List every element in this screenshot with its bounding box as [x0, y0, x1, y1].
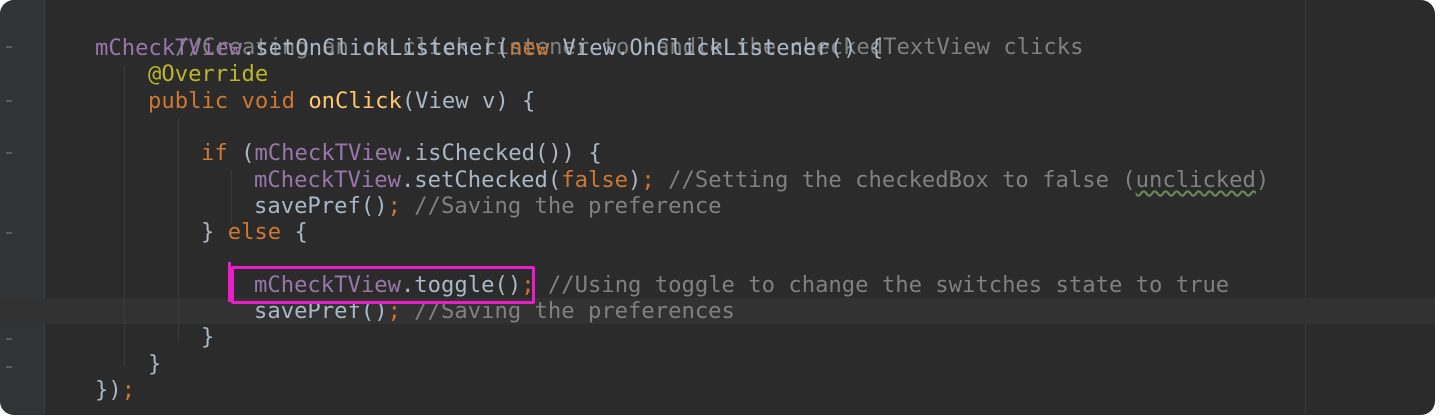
toggle-call-highlight	[231, 266, 535, 304]
code-text: })	[95, 377, 122, 403]
fold-marker-icon[interactable]	[6, 232, 12, 234]
field-reference: mCheckTView	[254, 140, 402, 166]
comment: )	[1255, 167, 1270, 193]
line-gutter[interactable]	[0, 0, 44, 415]
code-text: .setOnClickListener(	[241, 35, 510, 61]
code-text: {	[281, 219, 308, 245]
semicolon: ;	[641, 167, 655, 193]
code-line[interactable]: public void onClick(View v) {	[148, 88, 535, 114]
spellcheck-word: unclicked	[1135, 167, 1256, 193]
fold-marker-icon[interactable]	[6, 366, 12, 368]
keyword: new	[509, 35, 550, 61]
comment: //Saving the preference	[400, 193, 722, 219]
keyword: false	[561, 167, 629, 193]
fold-marker-icon[interactable]	[6, 338, 12, 340]
code-line[interactable]: //Creating an on click listener to handl…	[95, 8, 1083, 60]
comment: //Using toggle to change the switches st…	[534, 272, 1230, 298]
code-text: (	[227, 140, 255, 166]
code-line[interactable]: @Override	[148, 61, 268, 87]
code-text: savePref()	[254, 193, 388, 219]
code-editor[interactable]: //Creating an on click listener to handl…	[0, 0, 1435, 415]
code-line[interactable]: savePref(); //Saving the preference	[254, 193, 722, 219]
highlight-marker	[228, 262, 231, 302]
field-reference: mCheckTView	[254, 167, 401, 193]
field-reference: mCheckTView	[95, 35, 242, 61]
code-text: (View v) {	[401, 88, 536, 114]
code-text: }	[201, 324, 215, 350]
indent-guide	[124, 66, 125, 366]
code-line[interactable]: });	[95, 377, 135, 403]
gutter-separator	[44, 0, 45, 415]
annotation: @Override	[148, 61, 269, 87]
code-line[interactable]: }	[148, 351, 161, 377]
code-line[interactable]: mCheckTView.setChecked(false); //Setting…	[254, 167, 1269, 193]
indent-guide	[178, 118, 179, 340]
code-text: }	[201, 219, 228, 245]
keyword: if	[201, 140, 228, 166]
keyword: public void	[148, 88, 295, 114]
code-line[interactable]: if (mCheckTView.isChecked()) {	[201, 140, 602, 166]
code-text: )	[628, 167, 642, 193]
code-line[interactable]: }	[201, 324, 214, 350]
code-line[interactable]: } else {	[201, 219, 308, 245]
fold-marker-icon[interactable]	[6, 100, 12, 102]
semicolon: ;	[121, 377, 136, 403]
fold-marker-icon[interactable]	[6, 46, 12, 48]
fold-marker-icon[interactable]	[6, 152, 12, 154]
right-margin-guide	[1305, 0, 1306, 415]
indent-guide	[231, 170, 232, 224]
code-text: .isChecked()) {	[401, 140, 602, 166]
code-text: .setChecked(	[400, 167, 562, 193]
semicolon: ;	[387, 193, 401, 219]
code-line[interactable]: mCheckTView.setOnClickListener(new View.…	[95, 35, 883, 61]
code-text: }	[148, 351, 162, 377]
keyword: else	[227, 219, 282, 245]
comment: //Setting the checkedBox to false (	[654, 167, 1136, 193]
method-name: onClick	[308, 88, 402, 114]
code-text: View.OnClickListener() {	[549, 35, 884, 61]
